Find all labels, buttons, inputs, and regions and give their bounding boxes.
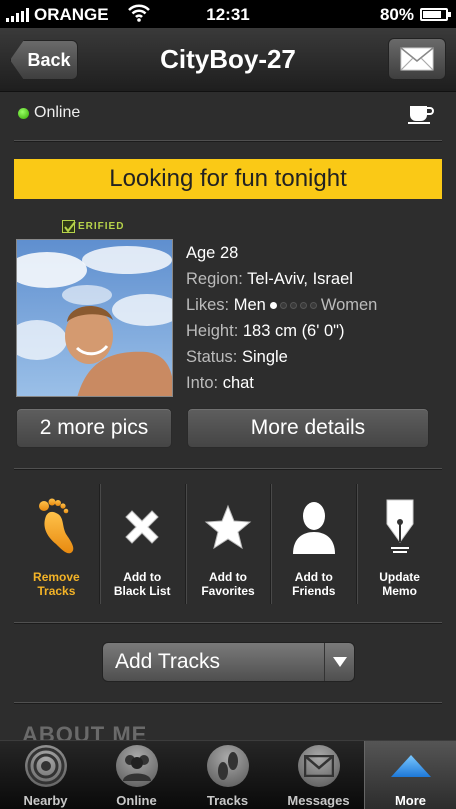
people-icon (115, 745, 158, 787)
add-to-blacklist-button[interactable]: Add to Black List (100, 484, 186, 604)
envelope-icon (400, 47, 434, 71)
tab-label: Nearby (23, 793, 68, 808)
tracks-dropdown[interactable]: Add Tracks (102, 642, 355, 682)
status-bar: ORANGE 12:31 80% (0, 0, 456, 28)
tab-more[interactable]: More (364, 741, 456, 809)
profile-info: Age 28 Region: Tel-Aviv, Israel Likes: M… (186, 240, 377, 396)
footprint-icon (39, 498, 74, 554)
footprints-icon (206, 745, 249, 787)
online-dot-icon (18, 107, 29, 119)
chevron-down-icon (324, 643, 354, 681)
tab-bar: Nearby Online Tracks Messages More (0, 740, 456, 809)
action-line2: Memo (382, 584, 417, 598)
action-line1: Add to (294, 570, 333, 584)
more-details-button[interactable]: More details (187, 408, 429, 448)
tab-messages[interactable]: Messages (273, 741, 364, 809)
send-message-button[interactable] (388, 38, 446, 80)
tab-nearby[interactable]: Nearby (0, 741, 91, 809)
region-key: Region: (186, 270, 243, 288)
action-line1: Add to (123, 570, 162, 584)
verified-badge: ERIFIED (62, 220, 124, 233)
region-value: Tel-Aviv, Israel (247, 270, 353, 288)
divider (14, 622, 442, 623)
person-icon (292, 502, 335, 554)
headline-banner: Looking for fun tonight (14, 159, 442, 199)
tab-online[interactable]: Online (91, 741, 182, 809)
coffee-cup-icon[interactable] (408, 104, 434, 124)
tab-label: Messages (287, 793, 350, 808)
divider (14, 468, 442, 469)
star-icon (204, 504, 252, 550)
profile-content[interactable]: Online Looking for fun tonight ERIFIED A… (0, 92, 456, 740)
action-bar: Remove Tracks Add to Black List Add to Favo… (14, 484, 442, 604)
action-line2: Tracks (37, 584, 76, 598)
update-memo-button[interactable]: Update Memo (357, 484, 442, 604)
likes-right: Women (320, 296, 378, 314)
likes-left: Men (233, 296, 266, 314)
dropdown-value: Add Tracks (115, 650, 221, 673)
profile-photo[interactable] (16, 239, 173, 397)
navigation-bar: Back CityBoy-27 (0, 28, 456, 92)
battery-percent: 80% (379, 5, 414, 24)
x-icon (125, 510, 159, 544)
status-row: Status: Single (186, 344, 377, 370)
more-pics-button[interactable]: 2 more pics (16, 408, 172, 448)
action-line2: Favorites (201, 584, 255, 598)
region-row: Region: Tel-Aviv, Israel (186, 266, 377, 292)
action-line1: Update (379, 570, 420, 584)
into-key: Into: (186, 374, 219, 392)
status-value: Single (241, 348, 288, 366)
into-value: chat (222, 374, 254, 392)
tab-tracks[interactable]: Tracks (182, 741, 273, 809)
divider (14, 702, 442, 703)
add-to-friends-button[interactable]: Add to Friends (271, 484, 358, 604)
likes-scale (269, 302, 317, 310)
about-me-heading: ABOUT ME (22, 722, 148, 740)
battery-icon (420, 8, 451, 21)
height-row: Height: 183 cm (6' 0") (186, 318, 377, 344)
action-line2: Friends (292, 584, 336, 598)
remove-tracks-button[interactable]: Remove Tracks (14, 484, 100, 604)
tab-label: More (394, 793, 427, 808)
envelope-icon (297, 745, 340, 787)
tab-label: Online (116, 793, 157, 808)
radar-icon (24, 745, 67, 787)
add-to-favorites-button[interactable]: Add to Favorites (186, 484, 272, 604)
presence-label: Online (34, 104, 81, 121)
likes-key: Likes: (186, 296, 230, 314)
likes-row: Likes: Men Women (186, 292, 377, 318)
tab-label: Tracks (206, 793, 249, 808)
height-key: Height: (186, 322, 239, 340)
age-text: Age 28 (186, 244, 239, 262)
into-row: Into: chat (186, 370, 377, 396)
checkmark-icon (62, 220, 76, 233)
height-value: 183 cm (6' 0") (242, 322, 345, 340)
divider (14, 140, 442, 141)
verified-label: ERIFIED (78, 221, 125, 232)
action-line2: Black List (113, 584, 171, 598)
pen-icon (386, 499, 414, 553)
action-line1: Remove (33, 570, 80, 584)
up-arrow-icon (389, 745, 433, 787)
presence-indicator: Online (18, 104, 80, 122)
action-line1: Add to (208, 570, 247, 584)
status-key: Status: (186, 348, 238, 366)
